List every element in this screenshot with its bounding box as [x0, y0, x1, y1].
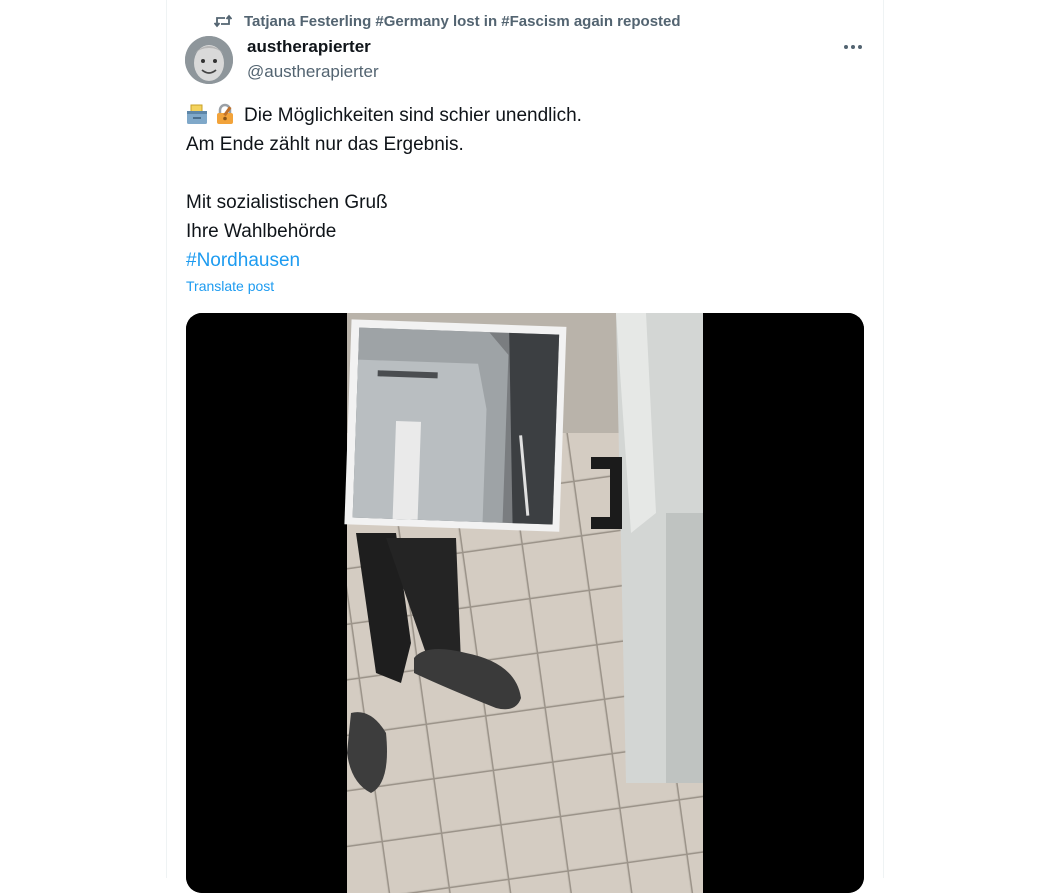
repost-icon	[214, 13, 232, 29]
repost-context[interactable]: Tatjana Festerling #Germany lost in #Fas…	[214, 10, 681, 32]
avatar[interactable]	[185, 36, 233, 84]
post-blank-line	[186, 159, 846, 188]
author-handle[interactable]: @austherapierter	[247, 62, 379, 82]
post-text: Die Möglichkeiten sind schier unendlich.…	[186, 101, 846, 275]
more-dot	[844, 45, 848, 49]
repost-context-text[interactable]: Tatjana Festerling #Germany lost in #Fas…	[244, 13, 681, 30]
hashtag-link[interactable]: #Nordhausen	[186, 246, 846, 275]
post-line-4: Ihre Wahlbehörde	[186, 221, 337, 242]
post-line-1: Die Möglichkeiten sind schier unendlich.	[244, 105, 582, 126]
post-line-2: Am Ende zählt nur das Ergebnis.	[186, 134, 464, 155]
video-frame	[186, 313, 864, 893]
video-player[interactable]	[186, 313, 864, 893]
more-options-button[interactable]	[840, 36, 866, 58]
author-display-name[interactable]: austherapierter	[247, 37, 371, 57]
more-dot	[851, 45, 855, 49]
more-dot	[858, 45, 862, 49]
post-line-3: Mit sozialistischen Gruß	[186, 192, 388, 213]
translate-post-link[interactable]: Translate post	[186, 278, 274, 294]
